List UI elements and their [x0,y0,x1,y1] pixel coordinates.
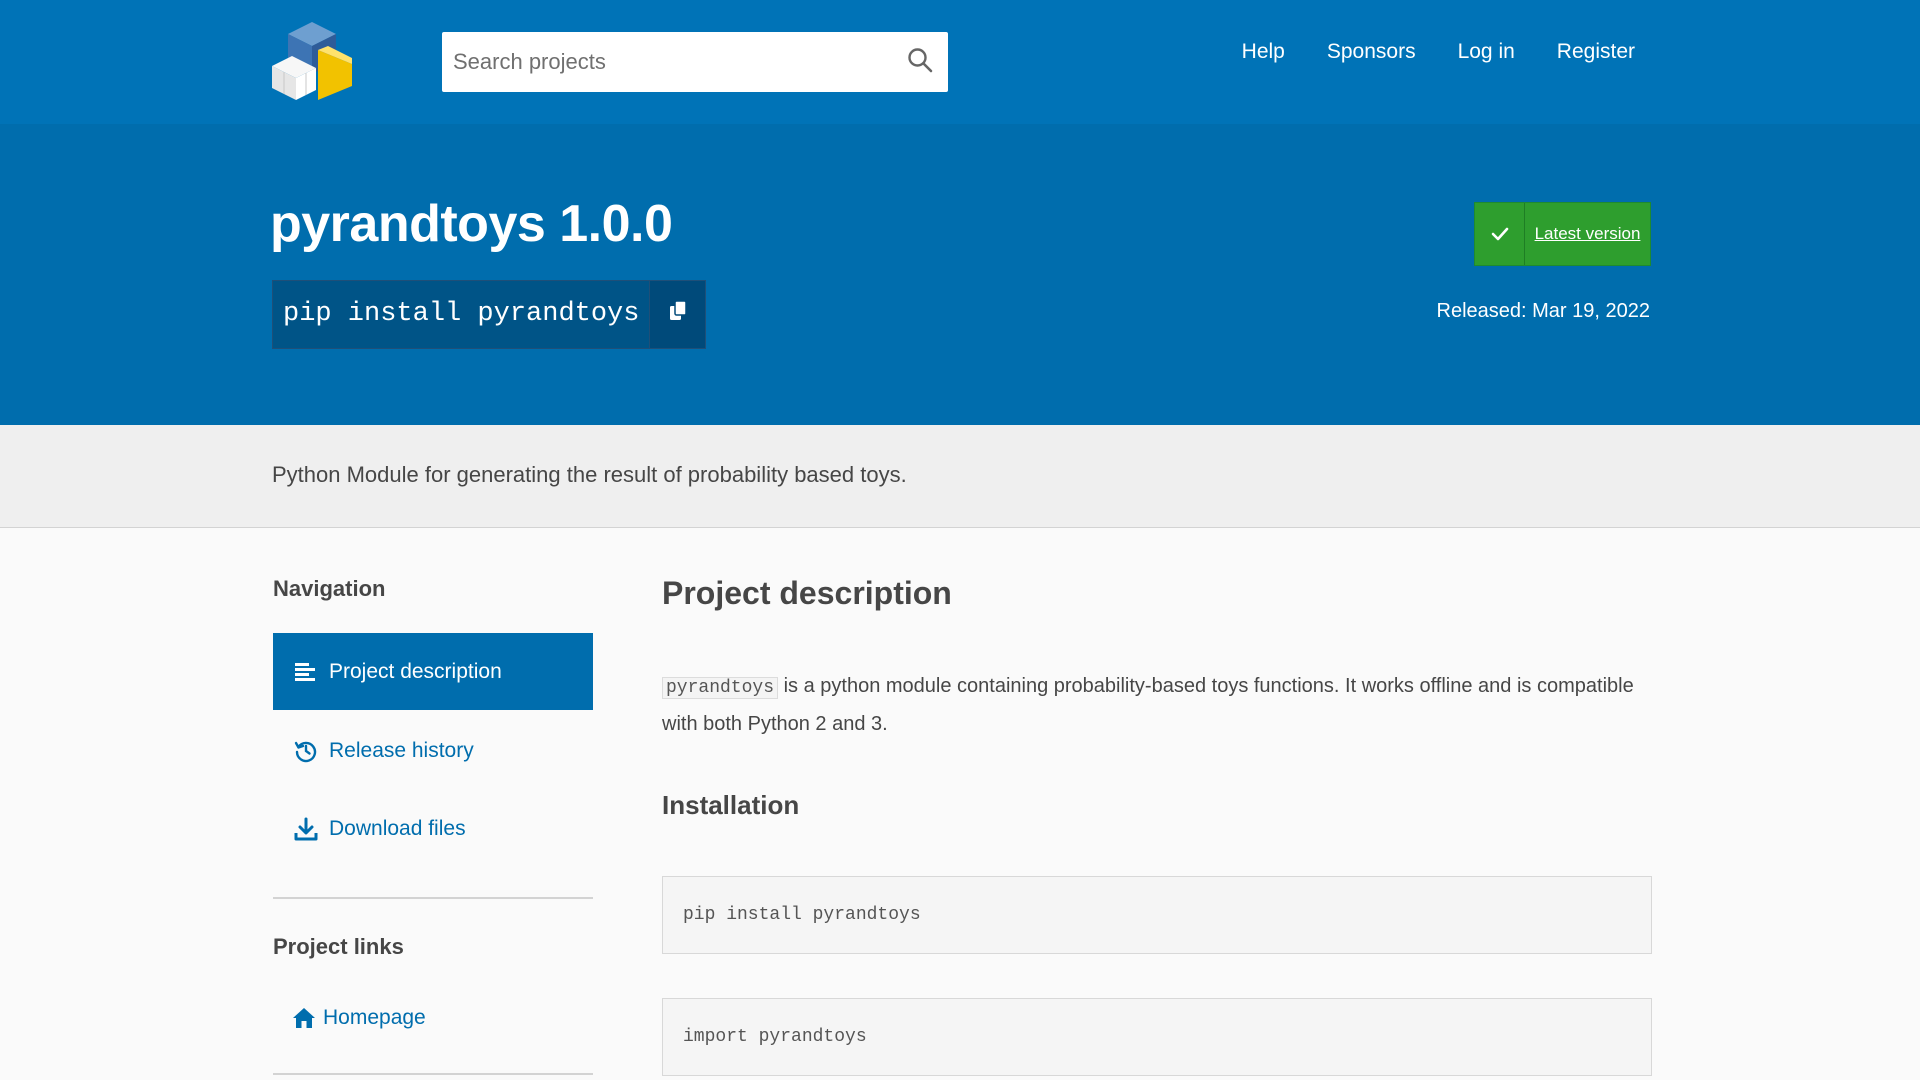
site-header: Help Sponsors Log in Register [0,0,1920,124]
latest-version-label: Latest version [1534,224,1641,243]
code-block: pip install pyrandtoys [662,876,1652,954]
sidebar-item-download-files[interactable]: Download files [273,790,593,867]
inline-code: pyrandtoys [662,677,779,699]
copy-button[interactable] [649,281,706,348]
code-block: import pyrandtoys [662,998,1652,1076]
homepage-link[interactable]: Homepage [273,979,593,1056]
release-date: Released: Mar 19, 2022 [1436,300,1650,322]
sidebar-item-project-description[interactable]: Project description [273,633,593,710]
sidebar-divider [273,1073,593,1075]
package-title: pyrandtoys 1.0.0 [270,195,673,253]
package-banner: pyrandtoys 1.0.0 pip install pyrandtoys … [0,124,1920,425]
download-icon [293,816,319,842]
align-left-icon [293,659,319,685]
pip-command: pip install pyrandtoys [283,299,640,329]
package-summary: Python Module for generating the result … [272,462,907,487]
navigation-heading: Navigation [273,576,386,601]
search-icon [907,47,933,78]
sidebar-item-label: Project description [329,659,502,683]
search-button[interactable] [900,42,940,82]
homepage-label: Homepage [323,1005,426,1029]
copy-icon [668,300,688,329]
register-link[interactable]: Register [1557,40,1635,64]
latest-version-button[interactable]: Latest version [1474,202,1651,266]
intro-text: is a python module containing probabilit… [662,675,1634,735]
top-nav: Help Sponsors Log in Register [1242,40,1635,64]
pip-command-box: pip install pyrandtoys [272,280,707,349]
login-link[interactable]: Log in [1458,40,1515,64]
intro-paragraph: pyrandtoys is a python module containing… [662,668,1652,742]
history-icon [293,738,319,764]
search-input[interactable] [442,32,882,92]
sidebar-item-label: Release history [329,738,474,762]
summary-band: Python Module for generating the result … [0,425,1920,528]
installation-heading: Installation [662,790,800,820]
sidebar-item-label: Download files [329,816,466,840]
pypi-logo-icon[interactable] [268,16,356,104]
search-box [442,32,948,92]
sidebar-divider [273,897,593,899]
project-description-heading: Project description [662,575,952,611]
home-icon [291,1005,317,1031]
check-icon [1475,203,1525,265]
sidebar-item-release-history[interactable]: Release history [273,712,593,789]
project-links-heading: Project links [273,934,404,959]
sponsors-link[interactable]: Sponsors [1327,40,1416,64]
help-link[interactable]: Help [1242,40,1285,64]
